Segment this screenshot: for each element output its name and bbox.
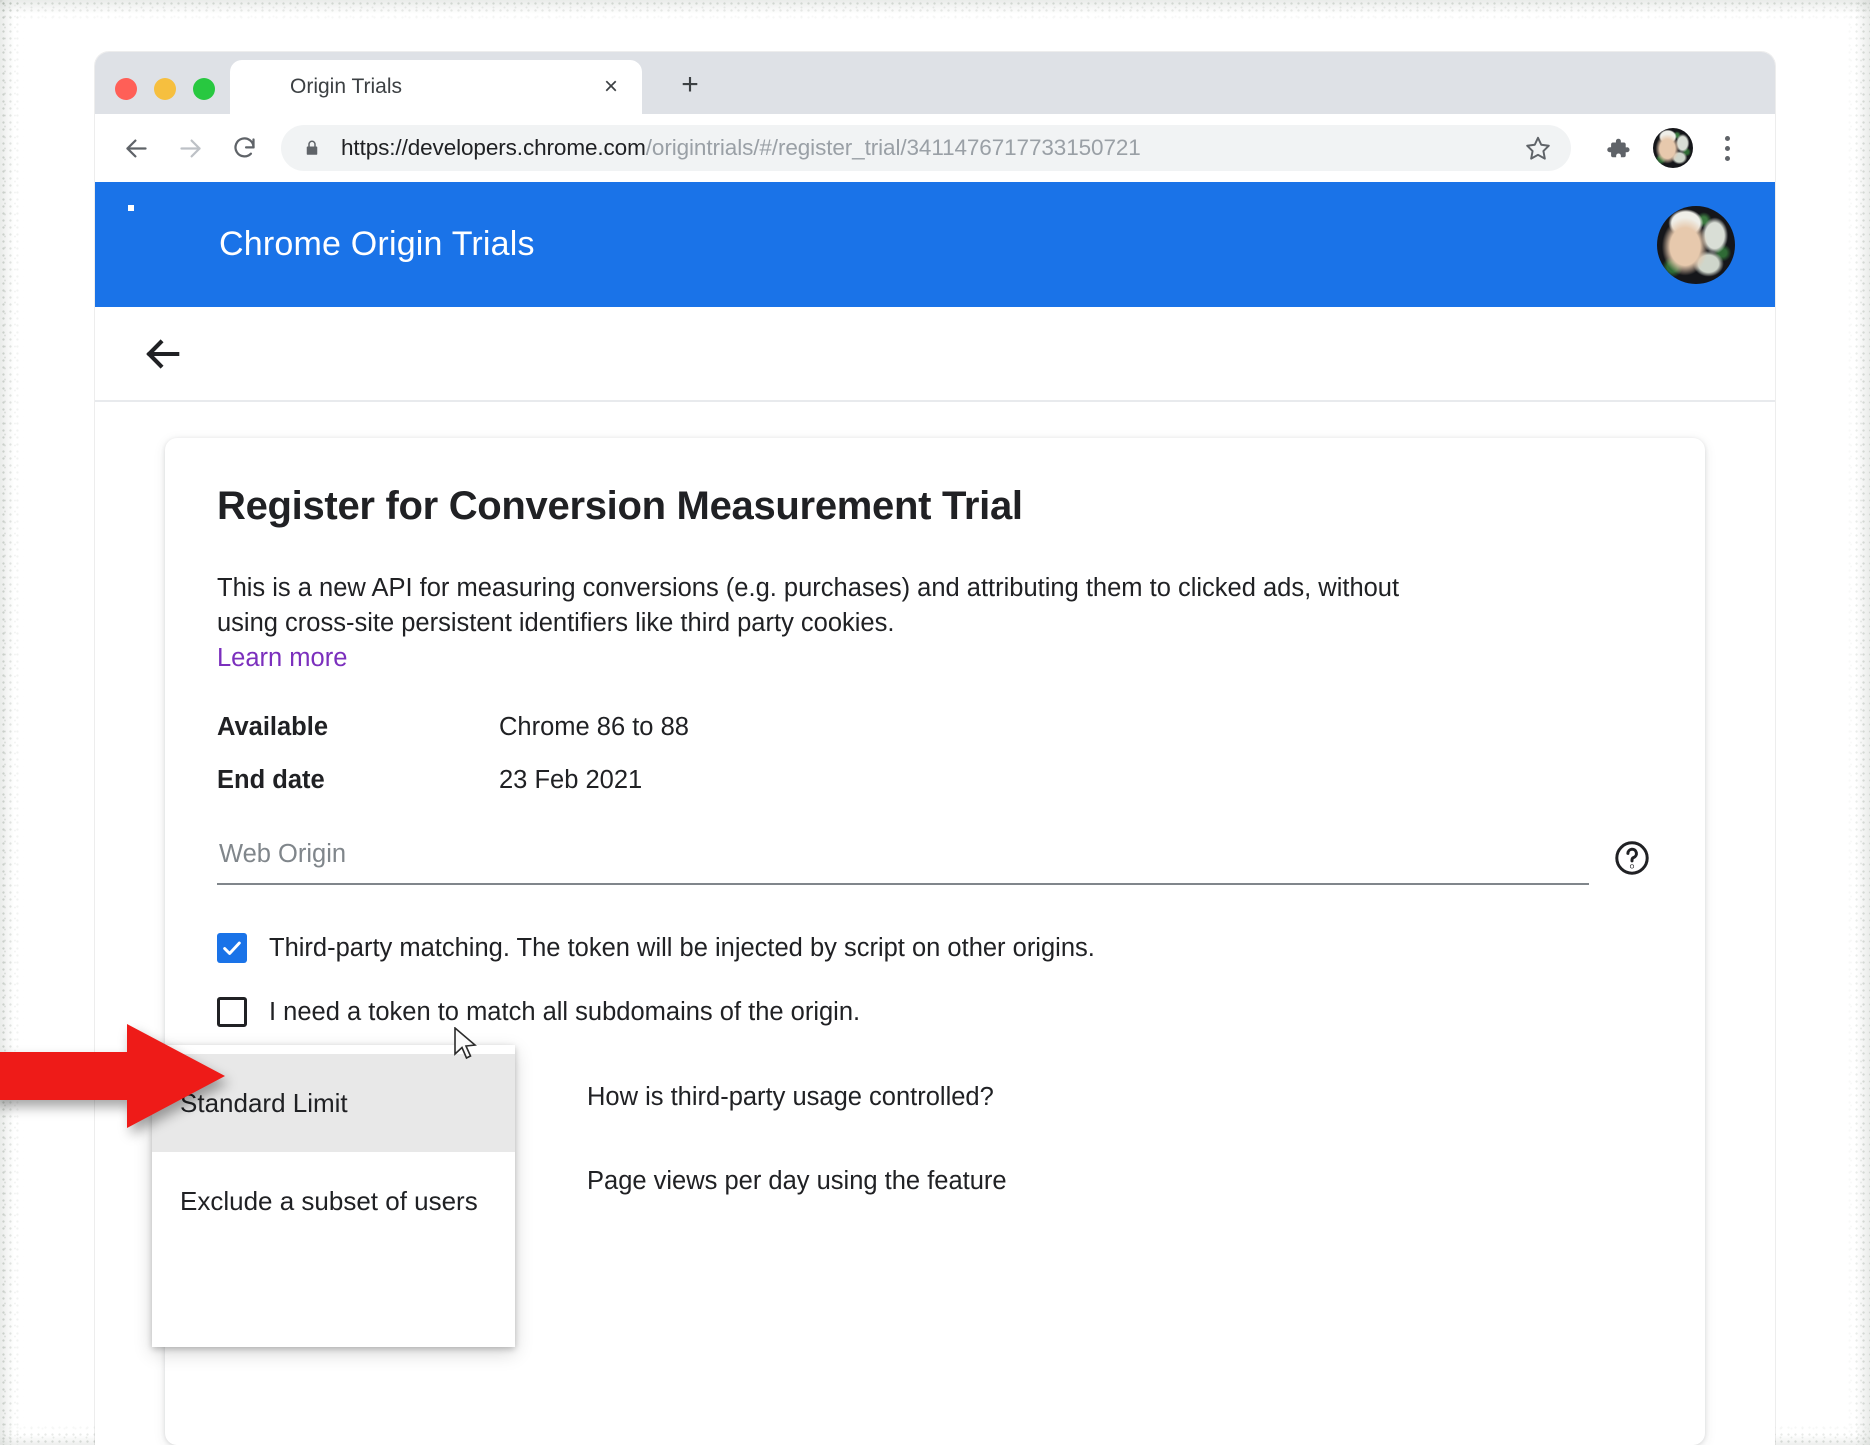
page-title: Register for Conversion Measurement Tria…: [217, 484, 1653, 529]
subdomain-match-label: I need a token to match all subdomains o…: [269, 998, 860, 1027]
user-avatar[interactable]: [1653, 128, 1693, 168]
app-title: Chrome Origin Trials: [219, 225, 1657, 264]
registration-card: Register for Conversion Measurement Tria…: [165, 438, 1705, 1445]
third-party-matching-row: Third-party matching. The token will be …: [217, 933, 1653, 963]
subdomain-match-checkbox[interactable]: [217, 997, 247, 1027]
metadata-row: End date 23 Feb 2021: [217, 766, 1653, 795]
metadata-key: End date: [217, 766, 499, 795]
arrow-right-icon[interactable]: [163, 121, 217, 175]
learn-more-link[interactable]: Learn more: [217, 644, 347, 673]
tab-strip: Origin Trials × +: [95, 52, 1775, 114]
trial-metadata: Available Chrome 86 to 88 End date 23 Fe…: [217, 713, 1653, 795]
reload-icon[interactable]: [217, 121, 271, 175]
address-bar[interactable]: https://developers.chrome.com/origintria…: [281, 125, 1571, 171]
web-origin-input[interactable]: [217, 840, 1589, 885]
page-edge-texture-left: [0, 0, 24, 1445]
url-path: /origintrials/#/register_trial/341147671…: [646, 135, 1141, 160]
third-party-matching-checkbox[interactable]: [217, 933, 247, 963]
dropdown-padding: [152, 1250, 515, 1347]
page-views-label: Page views per day using the feature: [587, 1167, 1007, 1196]
page-root: Origin Trials × +: [0, 0, 1870, 1445]
arrow-left-icon[interactable]: [109, 121, 163, 175]
url-text: https://developers.chrome.com/origintria…: [341, 135, 1515, 161]
metadata-row: Available Chrome 86 to 88: [217, 713, 1653, 742]
tab-title: Origin Trials: [290, 75, 596, 99]
browser-tab[interactable]: Origin Trials ×: [230, 60, 642, 114]
lock-icon: [301, 137, 323, 159]
page-subbar: [95, 307, 1775, 402]
dropdown-option-standard-limit[interactable]: Standard Limit: [152, 1054, 515, 1152]
usage-control-label: How is third-party usage controlled?: [587, 1083, 994, 1112]
minimize-window-button[interactable]: [154, 78, 176, 100]
subdomain-match-row: I need a token to match all subdomains o…: [217, 997, 1653, 1027]
star-outline-icon[interactable]: [1515, 125, 1561, 171]
user-avatar[interactable]: [1657, 206, 1735, 284]
window-controls: [115, 78, 215, 100]
page-body: Register for Conversion Measurement Tria…: [95, 402, 1775, 1445]
trial-description: This is a new API for measuring conversi…: [217, 571, 1467, 640]
dropdown-option-exclude-subset[interactable]: Exclude a subset of users: [152, 1152, 515, 1250]
page-edge-texture-right: [1846, 0, 1870, 1445]
arrow-left-icon[interactable]: [135, 326, 191, 382]
browser-toolbar: https://developers.chrome.com/origintria…: [95, 114, 1775, 182]
close-icon[interactable]: ×: [596, 72, 626, 102]
app-header: Chrome Origin Trials: [95, 182, 1775, 307]
close-window-button[interactable]: [115, 78, 137, 100]
metadata-value: Chrome 86 to 88: [499, 713, 689, 742]
metadata-value: 23 Feb 2021: [499, 766, 642, 795]
help-circle-icon[interactable]: [1611, 837, 1653, 879]
url-host: https://developers.chrome.com: [341, 135, 646, 160]
new-tab-button[interactable]: +: [672, 67, 708, 103]
browser-window: Origin Trials × +: [95, 52, 1775, 1445]
metadata-key: Available: [217, 713, 499, 742]
three-dots-vertical-icon[interactable]: [1701, 122, 1753, 174]
third-party-matching-label: Third-party matching. The token will be …: [269, 934, 1095, 963]
usage-limit-dropdown[interactable]: Standard Limit Exclude a subset of users: [152, 1045, 515, 1347]
chrome-logo-icon: [131, 208, 205, 282]
puzzle-piece-icon[interactable]: [1591, 122, 1643, 174]
chrome-logo-icon: [246, 72, 276, 102]
maximize-window-button[interactable]: [193, 78, 215, 100]
web-origin-field-row: [217, 837, 1653, 885]
